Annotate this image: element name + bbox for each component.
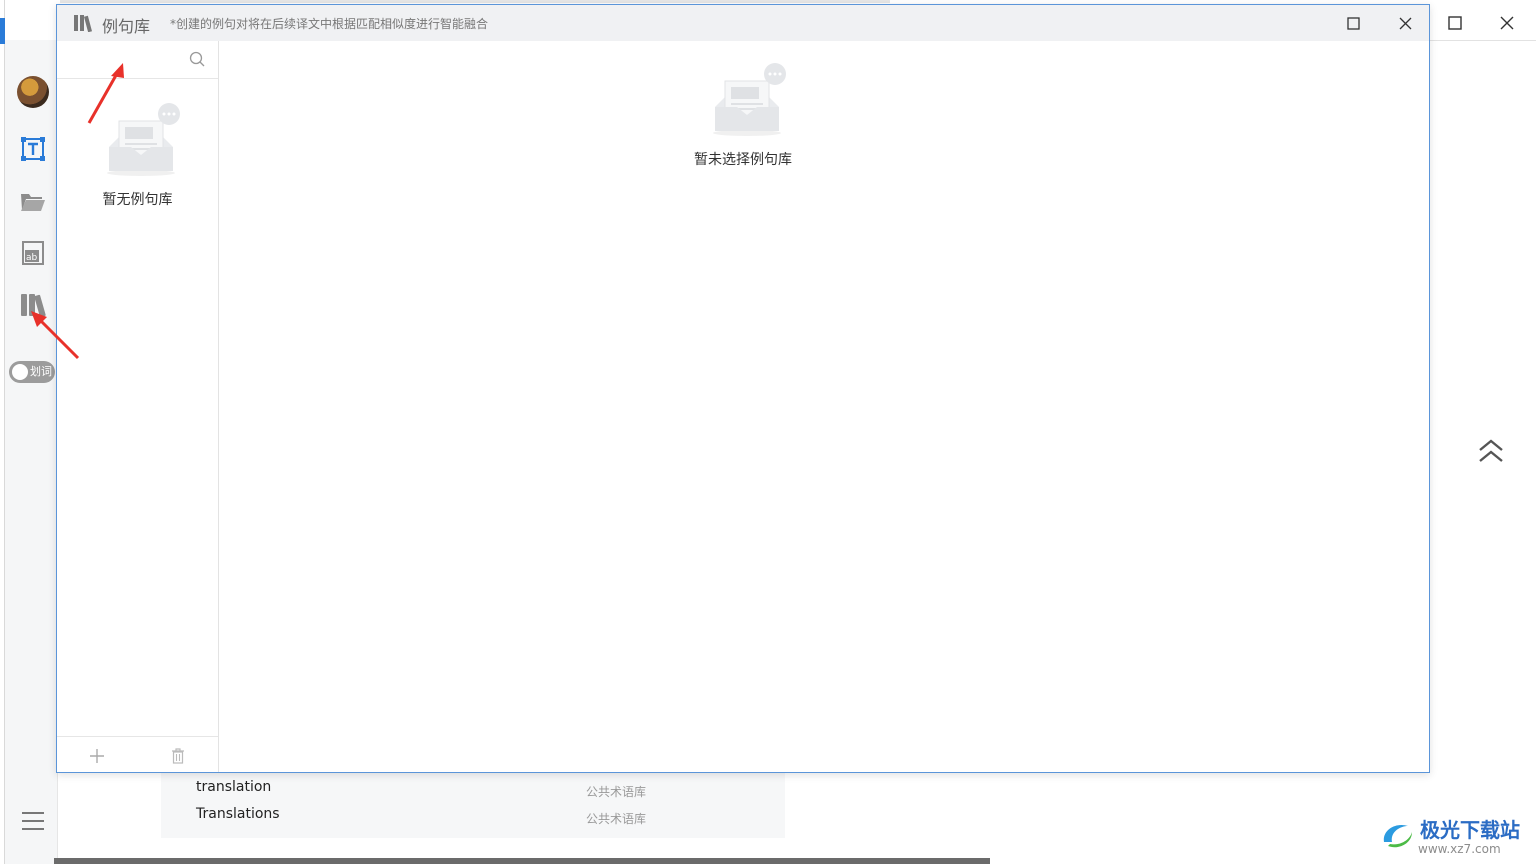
dialog-maximize-button[interactable] [1336, 8, 1370, 38]
sidebar-item-text-translate[interactable] [18, 134, 48, 164]
plus-icon [90, 749, 104, 763]
no-selection-illustration [713, 63, 786, 136]
svg-text:ab: ab [26, 253, 38, 263]
watermark-url: www.xz7.com [1418, 842, 1501, 856]
dialog-hint: *创建的例句对将在后续译文中根据匹配相似度进行智能融合 [170, 17, 489, 31]
maximize-icon [1448, 16, 1462, 30]
trash-icon [172, 748, 184, 764]
list-item-source: 公共术语库 [586, 812, 647, 826]
delete-library-button[interactable] [167, 745, 189, 767]
sidebar-item-glossary[interactable]: ab [18, 238, 48, 268]
watermark: 极光下载站 www.xz7.com [1378, 812, 1536, 862]
toggle-label: 划词 [30, 365, 52, 378]
scroll-top-icon[interactable] [1476, 436, 1506, 466]
main-maximize-button[interactable] [1438, 6, 1472, 40]
no-selection-text: 暂未选择例句库 [694, 152, 792, 168]
close-icon [1500, 16, 1514, 30]
search-icon[interactable] [189, 51, 205, 67]
annotation-arrow-sidebar [31, 311, 80, 360]
main-window-bottom-bar [54, 858, 990, 864]
dialog-close-button[interactable] [1388, 8, 1422, 38]
sidebar-item-documents[interactable] [18, 186, 48, 216]
glossary-result-list: translation 公共术语库 Translations 公共术语库 [161, 773, 785, 838]
add-library-button[interactable] [86, 745, 108, 767]
library-books-icon [74, 15, 93, 32]
maximize-icon [1346, 16, 1360, 30]
dialog-title: 例句库 [102, 17, 151, 36]
hamburger-menu-icon[interactable] [22, 812, 44, 832]
dialog-titlebar[interactable]: 例句库 *创建的例句对将在后续译文中根据匹配相似度进行智能融合 [57, 5, 1429, 41]
text-translate-icon [21, 137, 45, 161]
list-item-source: 公共术语库 [586, 785, 647, 799]
watermark-logo-icon [1383, 824, 1412, 848]
example-library-dialog: 例句库 *创建的例句对将在后续译文中根据匹配相似度进行智能融合 暂无例句库 暂未… [56, 4, 1430, 773]
toggle-knob [12, 364, 28, 380]
main-close-button[interactable] [1490, 6, 1524, 40]
close-icon [1399, 17, 1411, 29]
list-item-term[interactable]: Translations [196, 806, 280, 822]
library-list-footer [57, 736, 218, 773]
watermark-name: 极光下载站 [1420, 818, 1520, 842]
annotation-arrow-up [87, 63, 124, 124]
glossary-icon: ab [22, 241, 44, 265]
library-search [57, 41, 218, 79]
empty-library-text: 暂无例句库 [102, 192, 173, 208]
list-item-term[interactable]: translation [196, 779, 271, 795]
library-list-pane: 暂无例句库 [57, 41, 219, 772]
main-window-tabstrip [60, 0, 890, 3]
library-detail-pane: 暂未选择例句库 [219, 41, 1429, 772]
avatar[interactable] [17, 76, 49, 108]
word-select-toggle[interactable]: 划词 [9, 361, 55, 383]
folder-icon [21, 194, 45, 211]
